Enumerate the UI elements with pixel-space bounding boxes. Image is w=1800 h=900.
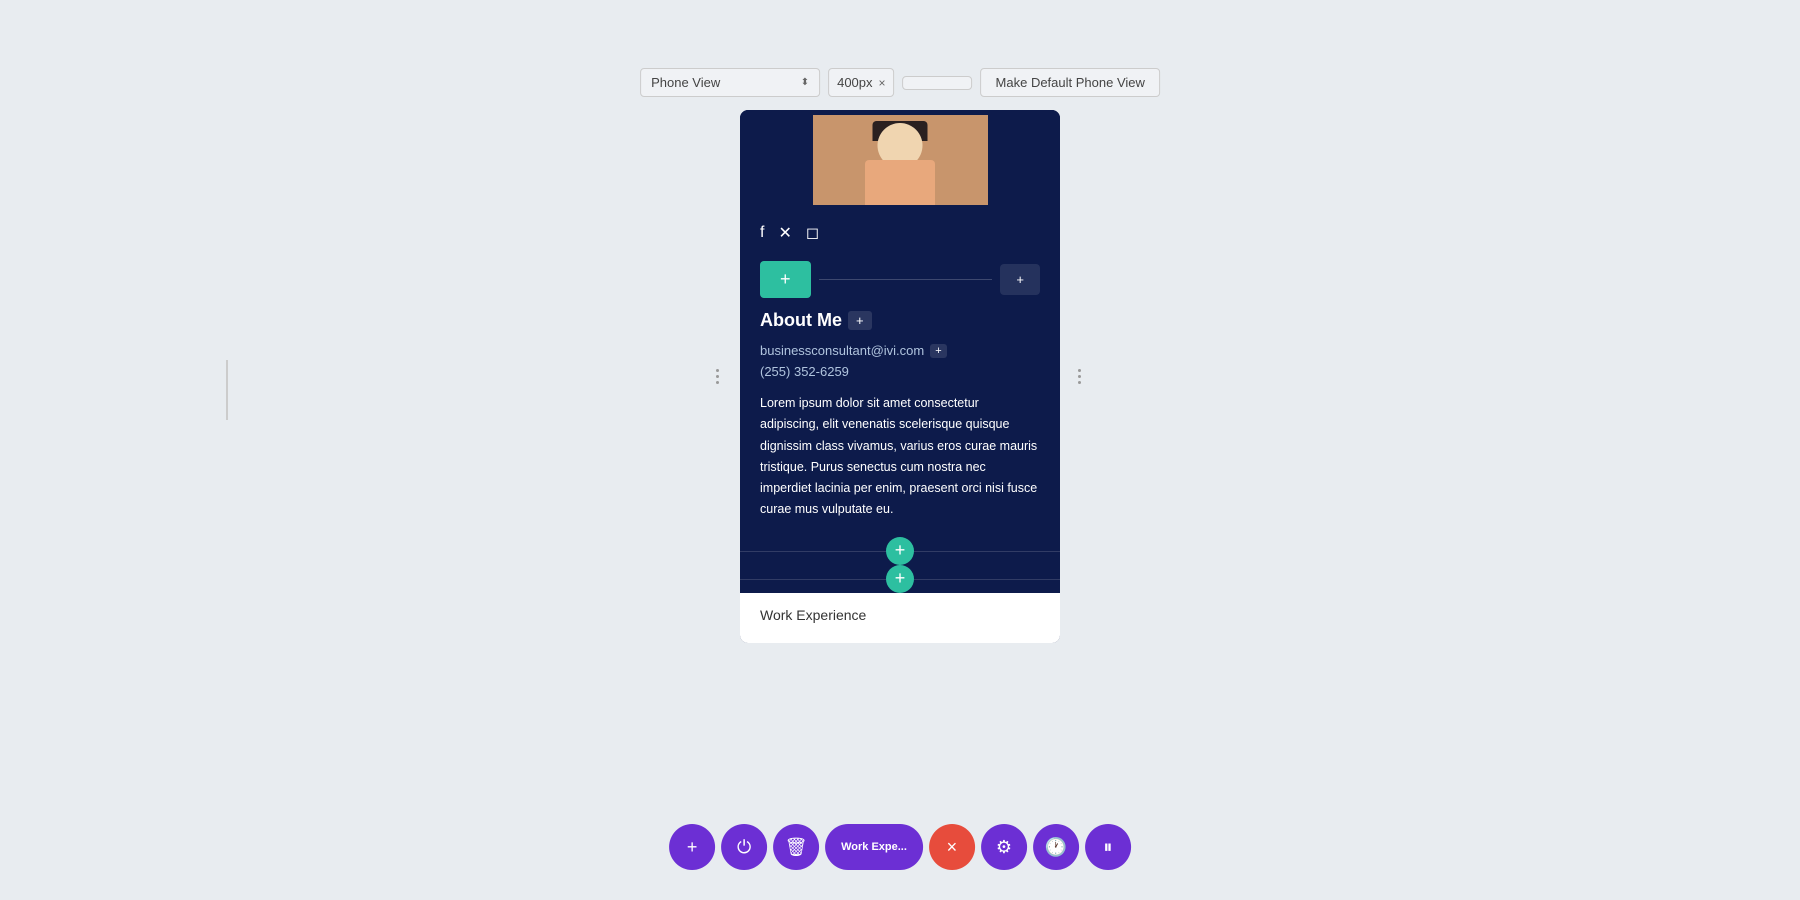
close-icon[interactable]: × [879,76,886,90]
handle-dot [716,375,719,378]
handle-dot [1078,381,1081,384]
px-value: 400px [837,75,872,90]
add-dark-button[interactable]: + [1000,264,1040,295]
divider [819,279,993,280]
add-section-button[interactable]: + [760,261,811,298]
view-select-label: Phone View [651,75,720,90]
bottom-section: Work Experience [740,593,1060,643]
clock-button[interactable]: 🕐 [1033,824,1079,870]
email-add-button[interactable]: + [930,344,946,358]
email-text: businessconsultant@ivi.com [760,343,924,358]
person-body [865,160,935,205]
mid-divider: + [740,537,1060,565]
handle-dot [1078,369,1081,372]
instagram-icon[interactable]: ◻ [806,223,819,243]
about-plus-button[interactable]: + [848,311,872,330]
power-button[interactable]: ⏻ [721,824,767,870]
phone-line: (255) 352-6259 [760,364,1040,379]
left-resize-bar [226,360,228,420]
px-input-box[interactable]: 400px × [828,68,894,97]
top-toolbar: Phone View ⬍ 400px × Make Default Phone … [640,68,1160,97]
close-floating-button[interactable]: × [929,824,975,870]
add-btn-row: + + [740,253,1060,306]
phone-preview-area: f ✕ ◻ + + About Me + businessconsultant@… [740,110,1060,643]
phone-frame: f ✕ ◻ + + About Me + businessconsultant@… [740,110,1060,643]
about-header-row: About Me + [760,310,1040,331]
resize-handle-right[interactable] [1078,356,1084,396]
bio-text: Lorem ipsum dolor sit amet consectetur a… [760,393,1040,521]
profile-image-area [740,110,1060,205]
make-default-button[interactable]: Make Default Phone View [981,68,1160,97]
chevron-down-icon: ⬍ [801,77,809,88]
section-label-button[interactable]: Work Expe... [825,824,923,870]
email-line: businessconsultant@ivi.com + [760,343,1040,358]
social-icons-row: f ✕ ◻ [740,205,1060,253]
section-divider-add: + [740,565,1060,593]
pause-button[interactable]: ⏸ [1085,824,1131,870]
handle-dot [716,369,719,372]
handle-dot [716,381,719,384]
handle-dot [1078,375,1081,378]
mid-add-button[interactable]: + [886,537,914,565]
add-floating-button[interactable]: + [669,824,715,870]
profile-image [813,115,988,205]
twitter-x-icon[interactable]: ✕ [778,223,791,243]
extra-input[interactable] [903,76,973,90]
about-title: About Me [760,310,842,331]
trash-button[interactable]: 🗑 [773,824,819,870]
gear-button[interactable]: ⚙ [981,824,1027,870]
view-select[interactable]: Phone View ⬍ [640,68,820,97]
about-section: About Me + businessconsultant@ivi.com + … [740,306,1060,537]
facebook-icon[interactable]: f [760,224,764,242]
work-experience-label: Work Experience [760,607,866,623]
section-add-button[interactable]: + [886,565,914,593]
resize-handle-left[interactable] [716,356,722,396]
phone-text: (255) 352-6259 [760,364,849,379]
bottom-floating-toolbar: + ⏻ 🗑 Work Expe... × ⚙ 🕐 ⏸ [669,824,1131,870]
